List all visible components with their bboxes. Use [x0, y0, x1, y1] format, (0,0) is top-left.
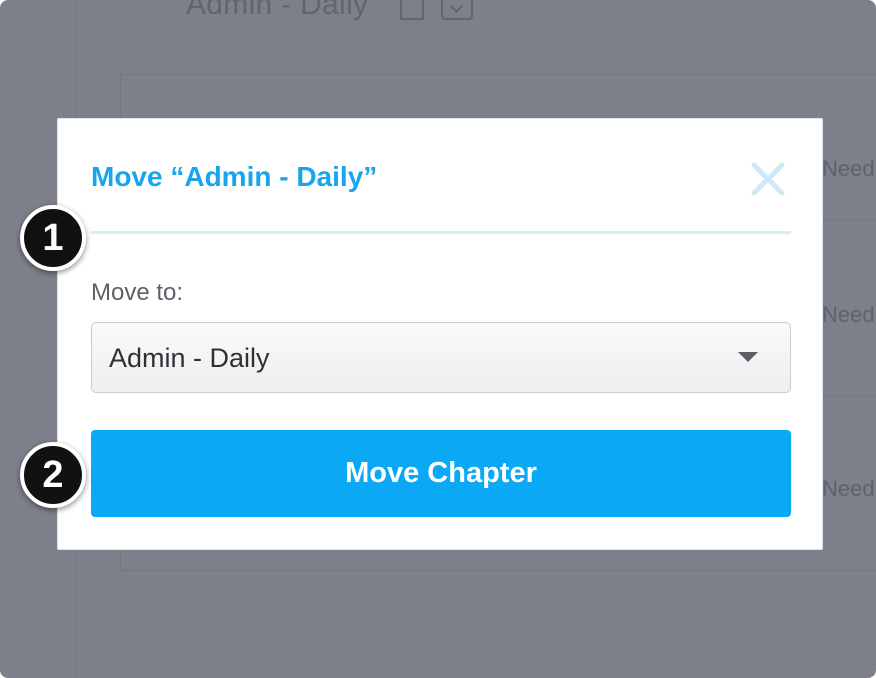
move-chapter-button[interactable]: Move Chapter: [91, 430, 791, 517]
background-row-text: Need: [822, 156, 875, 181]
background-row-text: Need: [822, 302, 875, 327]
caret-down-icon: [738, 352, 758, 362]
background-page-title: Admin - Daily: [186, 0, 369, 21]
dialog-title: Move “Admin - Daily”: [91, 161, 378, 192]
move-to-label: Move to:: [91, 279, 184, 306]
select-value: Admin - Daily: [109, 343, 270, 373]
edit-icon: [400, 0, 424, 20]
app-window: Admin - Daily Need Need Need Move “Admin…: [0, 0, 876, 678]
close-icon[interactable]: [748, 159, 788, 199]
step-badge-1: 1: [20, 205, 86, 271]
move-to-select[interactable]: Admin - Daily: [91, 322, 791, 393]
step-badge-2: 2: [20, 442, 86, 508]
header-divider: [91, 231, 791, 234]
move-chapter-dialog: Move “Admin - Daily” Move to: Admin - Da…: [57, 118, 823, 550]
background-row-text: Need: [822, 476, 875, 501]
chevron-down-icon: [441, 0, 473, 20]
